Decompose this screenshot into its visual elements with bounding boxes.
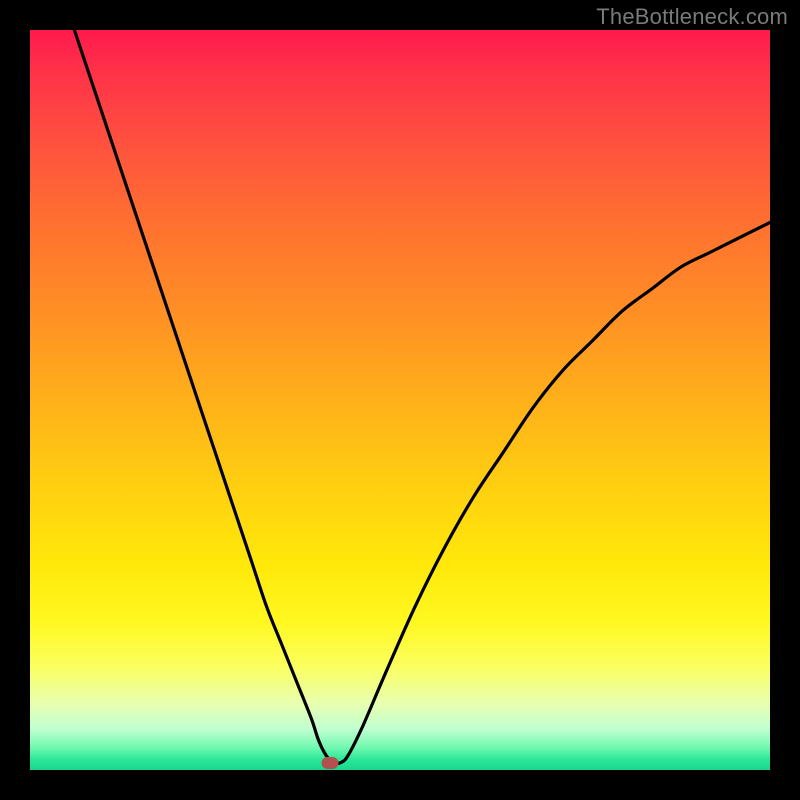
minimum-marker — [321, 757, 338, 769]
bottleneck-curve — [30, 30, 770, 770]
watermark-text: TheBottleneck.com — [596, 4, 788, 30]
plot-area — [30, 30, 770, 770]
chart-frame: TheBottleneck.com — [0, 0, 800, 800]
